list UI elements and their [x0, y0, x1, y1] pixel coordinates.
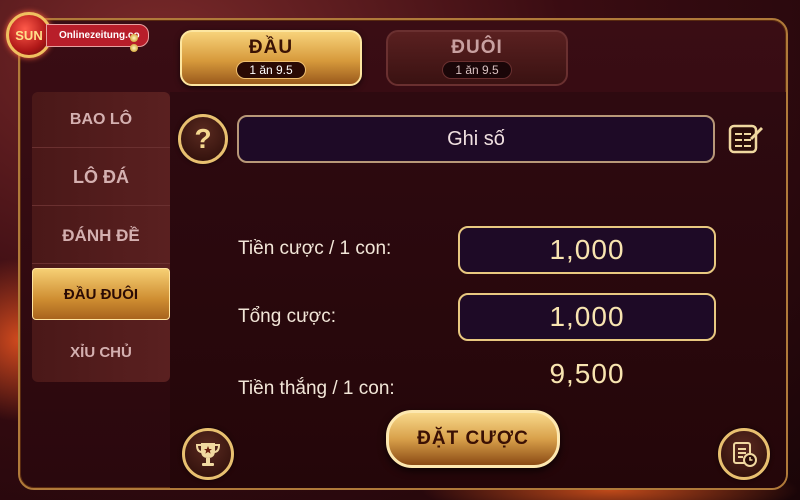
question-icon[interactable]: ? — [178, 114, 228, 164]
trophy-icon[interactable] — [182, 428, 234, 480]
sidebar-item-dau-duoi[interactable]: ĐẦU ĐUÔI — [32, 268, 170, 320]
total-bet-field: 1,000 — [458, 293, 716, 341]
tab-duoi[interactable]: ĐUÔI 1 ăn 9.5 — [386, 30, 568, 86]
site-logo: SUN Onlinezeitung.co — [6, 12, 149, 58]
history-glyph — [733, 442, 757, 467]
number-input[interactable]: Ghi số — [237, 115, 715, 163]
coin-icon — [130, 34, 138, 54]
bet-content: ? Ghi số Tiền cược / 1 con: 1,000 Tổng c… — [170, 92, 786, 488]
tab-title: ĐUÔI — [451, 37, 503, 58]
total-bet-label: Tổng cược: — [238, 306, 337, 327]
tab-dau[interactable]: ĐẦU 1 ăn 9.5 — [180, 30, 362, 86]
tab-odds: 1 ăn 9.5 — [442, 61, 512, 79]
sidebar-item-danh-de[interactable]: ĐÁNH ĐỀ — [32, 208, 170, 264]
sidebar: BAO LÔ LÔ ĐÁ ĐÁNH ĐỀ ĐẦU ĐUÔI XỈU CHỦ — [32, 92, 170, 382]
place-bet-button[interactable]: ĐẶT CƯỢC — [386, 410, 560, 468]
notepad-icon[interactable] — [728, 122, 764, 156]
bet-per-field[interactable]: 1,000 — [458, 226, 716, 274]
bet-per-label: Tiền cược / 1 con: — [238, 238, 392, 259]
win-per-value: 9,500 — [549, 358, 625, 389]
trophy-glyph — [195, 443, 221, 466]
win-per-label: Tiền thắng / 1 con: — [238, 378, 395, 399]
sidebar-item-xiu-chu[interactable]: XỈU CHỦ — [32, 324, 170, 380]
bet-panel: ĐẦU 1 ăn 9.5 ĐUÔI 1 ăn 9.5 BAO LÔ LÔ ĐÁ … — [18, 18, 788, 490]
history-icon[interactable] — [718, 428, 770, 480]
sidebar-item-lo-da[interactable]: LÔ ĐÁ — [32, 150, 170, 206]
tab-odds: 1 ăn 9.5 — [236, 61, 306, 79]
tab-title: ĐẦU — [248, 37, 294, 58]
sidebar-item-bao-lo[interactable]: BAO LÔ — [32, 92, 170, 148]
